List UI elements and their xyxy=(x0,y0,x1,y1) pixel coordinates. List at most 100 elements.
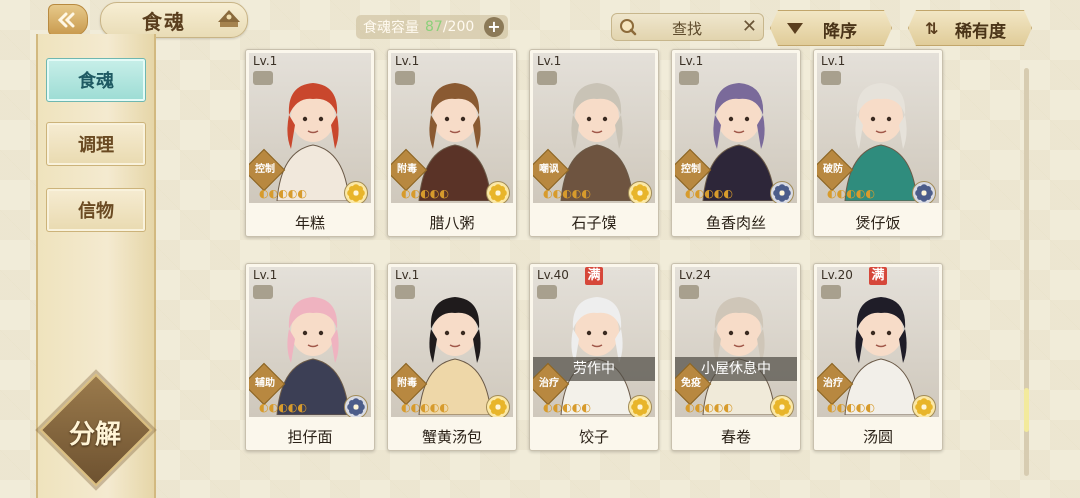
food-soul-card[interactable]: Lv.24 小屋休息中 免疫 ◐◐◐◐◐ 春卷 xyxy=(671,263,801,451)
card-name: 腊八粥 xyxy=(429,214,475,232)
food-soul-card[interactable]: Lv.1 控制 ◐◐◐◐◐ 鱼香肉丝 xyxy=(671,49,801,237)
character-portrait xyxy=(560,83,634,201)
gold-flower-icon xyxy=(628,181,652,203)
tab-conditioning[interactable]: 调理 xyxy=(46,122,146,166)
food-soul-card[interactable]: Lv.1 控制 ◐◐◐◐◐ 年糕 xyxy=(245,49,375,237)
blue-flower-icon xyxy=(344,395,368,417)
capacity-label: 食魂容量 xyxy=(363,20,419,36)
tab-label: 调理 xyxy=(78,135,114,156)
chip-icon xyxy=(537,285,557,299)
star-rating: ◐◐◐◐◐ xyxy=(259,401,307,414)
gold-flower-icon xyxy=(486,181,510,203)
card-portrait-frame: Lv.1 嘲讽 ◐◐◐◐◐ xyxy=(533,53,655,203)
gold-flower-icon xyxy=(770,395,794,417)
food-soul-card[interactable]: Lv.1 辅助 ◐◐◐◐◐ 担仔面 xyxy=(245,263,375,451)
card-portrait-frame: Lv.1 控制 ◐◐◐◐◐ xyxy=(675,53,797,203)
role-label: 辅助 xyxy=(255,378,275,389)
capacity-max: 200 xyxy=(447,19,475,35)
sort-order-label: 降序 xyxy=(823,22,857,42)
character-portrait xyxy=(276,83,350,201)
expand-capacity-button[interactable]: + xyxy=(484,17,504,37)
role-label: 治疗 xyxy=(539,378,559,389)
card-portrait-frame: Lv.40 劳作中 满 治疗 ◐◐◐◐◐ xyxy=(533,267,655,417)
role-label: 附毒 xyxy=(397,164,417,175)
food-soul-card[interactable]: Lv.40 劳作中 满 治疗 ◐◐◐◐◐ 饺子 xyxy=(529,263,659,451)
card-portrait-frame: Lv.1 控制 ◐◐◐◐◐ xyxy=(249,53,371,203)
scrollbar-thumb[interactable] xyxy=(1024,388,1029,432)
star-rating: ◐◐◐◐◐ xyxy=(259,187,307,200)
tab-token[interactable]: 信物 xyxy=(46,188,146,232)
level-label: Lv.40 xyxy=(537,268,569,282)
card-name: 煲仔饭 xyxy=(855,214,901,232)
level-label: Lv.1 xyxy=(679,54,704,68)
search-input[interactable]: 查找 ✕ xyxy=(611,13,764,41)
role-label: 破防 xyxy=(823,164,843,175)
chip-icon xyxy=(253,285,273,299)
food-soul-card[interactable]: Lv.20 满 治疗 ◐◐◐◐◐ 汤圆 xyxy=(813,263,943,451)
star-rating: ◐◐◐◐◐ xyxy=(685,187,733,200)
star-rating: ◐◐◐◐◐ xyxy=(685,401,733,414)
role-label: 免疫 xyxy=(681,378,701,389)
gold-flower-icon xyxy=(486,395,510,417)
tab-food-soul[interactable]: 食魂 xyxy=(46,58,146,102)
chip-icon xyxy=(679,71,699,85)
tab-label: 信物 xyxy=(78,201,114,222)
character-portrait xyxy=(418,297,492,415)
card-name: 年糕 xyxy=(294,214,325,232)
gold-flower-icon xyxy=(912,395,936,417)
hat-icon xyxy=(218,10,240,27)
star-rating: ◐◐◐◐◐ xyxy=(401,401,449,414)
character-portrait xyxy=(844,297,918,415)
role-label: 治疗 xyxy=(823,378,843,389)
character-portrait xyxy=(702,83,776,201)
character-portrait xyxy=(702,297,776,415)
tab-label: 食魂 xyxy=(78,71,114,92)
food-soul-grid: Lv.1 控制 ◐◐◐◐◐ 年糕 Lv.1 附毒 ◐◐◐◐◐ 腊八粥 Lv.1 … xyxy=(245,49,945,498)
close-icon[interactable]: ✕ xyxy=(742,16,757,37)
max-badge: 满 xyxy=(869,267,887,285)
card-name: 担仔面 xyxy=(287,428,333,446)
food-soul-card[interactable]: Lv.1 附毒 ◐◐◐◐◐ 蟹黄汤包 xyxy=(387,263,517,451)
food-soul-card[interactable]: Lv.1 附毒 ◐◐◐◐◐ 腊八粥 xyxy=(387,49,517,237)
scrollbar[interactable] xyxy=(1024,68,1029,476)
gold-flower-icon xyxy=(344,181,368,203)
chip-icon xyxy=(253,71,273,85)
level-label: Lv.1 xyxy=(395,268,420,282)
search-icon xyxy=(620,19,637,36)
sort-arrows-icon: ⇅ xyxy=(925,19,939,38)
chip-icon xyxy=(821,285,841,299)
role-label: 嘲讽 xyxy=(539,164,559,175)
card-portrait-frame: Lv.1 辅助 ◐◐◐◐◐ xyxy=(249,267,371,417)
card-name: 春卷 xyxy=(720,428,751,446)
level-label: Lv.1 xyxy=(253,54,278,68)
role-label: 附毒 xyxy=(397,378,417,389)
level-label: Lv.1 xyxy=(537,54,562,68)
sort-order-button[interactable]: 降序 xyxy=(770,10,892,46)
capacity-box: 食魂容量 87 / 200 + xyxy=(356,15,508,39)
back-arrow-icon xyxy=(57,12,75,28)
card-name: 石子馍 xyxy=(571,214,617,232)
top-bar: 食魂 食魂容量 87 / 200 + 查找 ✕ 降序 ⇅ 稀有度 xyxy=(0,0,1080,50)
food-soul-card[interactable]: Lv.1 嘲讽 ◐◐◐◐◐ 石子馍 xyxy=(529,49,659,237)
character-portrait xyxy=(560,297,634,415)
level-label: Lv.1 xyxy=(253,268,278,282)
character-portrait xyxy=(418,83,492,201)
star-rating: ◐◐◐◐◐ xyxy=(543,401,591,414)
chip-icon xyxy=(395,285,415,299)
star-rating: ◐◐◐◐◐ xyxy=(401,187,449,200)
star-rating: ◐◐◐◐◐ xyxy=(827,401,875,414)
card-portrait-frame: Lv.24 小屋休息中 免疫 ◐◐◐◐◐ xyxy=(675,267,797,417)
gold-flower-icon xyxy=(628,395,652,417)
character-portrait xyxy=(844,83,918,201)
rarity-filter-button[interactable]: ⇅ 稀有度 xyxy=(908,10,1032,46)
level-label: Lv.1 xyxy=(821,54,846,68)
chip-icon xyxy=(679,285,699,299)
triangle-down-icon xyxy=(787,23,803,34)
level-label: Lv.24 xyxy=(679,268,711,282)
card-portrait-frame: Lv.1 破防 ◐◐◐◐◐ xyxy=(817,53,939,203)
chip-icon xyxy=(395,71,415,85)
character-portrait xyxy=(276,297,350,415)
back-button[interactable] xyxy=(48,4,88,36)
search-placeholder: 查找 xyxy=(672,20,703,38)
food-soul-card[interactable]: Lv.1 破防 ◐◐◐◐◐ 煲仔饭 xyxy=(813,49,943,237)
